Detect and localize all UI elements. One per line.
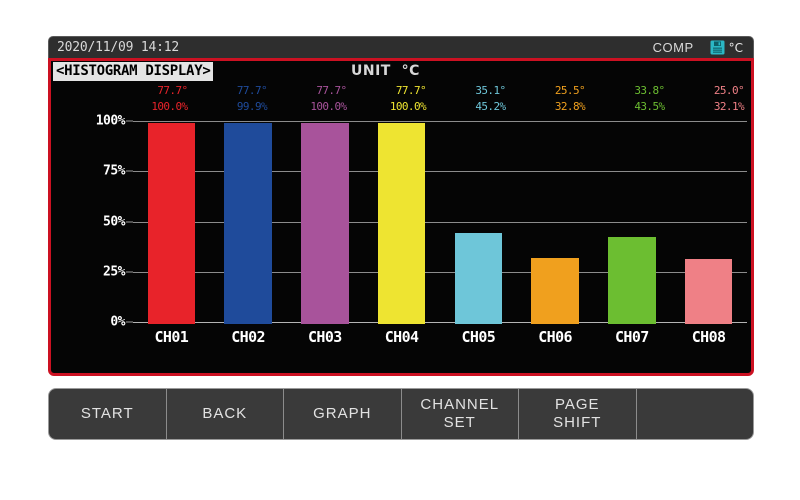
bar-ch07 bbox=[608, 236, 656, 324]
softkey-bar: START BACK GRAPH CHANNEL SET PAGE SHIFT bbox=[48, 388, 754, 440]
y-axis-tick-label: 0% bbox=[110, 314, 125, 330]
bar-ch01 bbox=[147, 123, 196, 324]
channel-readout-ch04: 77.7° 100.0% bbox=[354, 83, 434, 117]
channel-readout-ch01: 77.7° 100.0% bbox=[115, 83, 195, 117]
readout-temperature: 77.7° bbox=[316, 84, 347, 97]
readout-percent: 32.8% bbox=[554, 100, 586, 113]
readout-percent: 43.5% bbox=[634, 100, 665, 113]
softkey-graph[interactable]: GRAPH bbox=[284, 389, 402, 439]
y-axis-tick-mark bbox=[126, 170, 133, 172]
status-unit-group: °C bbox=[710, 40, 745, 55]
channel-label-ch01: CH01 bbox=[154, 328, 189, 346]
readout-temperature: 25.5° bbox=[554, 84, 586, 97]
save-icon bbox=[710, 40, 725, 55]
channel-label-ch04: CH04 bbox=[384, 328, 419, 346]
bar-ch02 bbox=[224, 123, 272, 324]
datalogger-screen: 2020/11/09 14:12 COMP °C <HISTOGRAM DISP… bbox=[48, 36, 754, 456]
readout-percent: 45.2% bbox=[475, 100, 506, 113]
page-title: <HISTOGRAM DISPLAY> bbox=[53, 62, 214, 81]
unit-label: UNIT °C bbox=[351, 63, 420, 79]
channel-readout-ch02: 77.7° 99.9% bbox=[195, 83, 275, 117]
readout-temperature: 77.7° bbox=[395, 84, 427, 97]
bar-ch05 bbox=[454, 233, 503, 324]
channel-readout-ch03: 77.7° 100.0% bbox=[274, 83, 354, 117]
histogram-screen: <HISTOGRAM DISPLAY> UNIT °C 77.7° 100.0% 7… bbox=[48, 58, 754, 376]
plot-grid bbox=[133, 119, 747, 324]
channel-readout-ch05: 35.1° 45.2% bbox=[433, 83, 513, 117]
readout-percent: 100.0% bbox=[151, 100, 188, 113]
histogram-plot: 100% 75% 50% 25% 0% CH01 CH02 CH03 CH04 CH05 CH06… bbox=[51, 114, 751, 373]
bar-ch06 bbox=[531, 258, 579, 324]
readout-temperature: 77.7° bbox=[157, 84, 188, 97]
channel-label-strip: CH01 CH02 CH03 CH04 CH05 CH06 CH07 CH08 bbox=[133, 325, 747, 351]
status-bar: 2020/11/09 14:12 COMP °C bbox=[48, 36, 754, 58]
channel-label-ch02: CH02 bbox=[231, 328, 265, 346]
status-datetime: 2020/11/09 14:12 bbox=[57, 40, 180, 55]
channel-label-ch03: CH03 bbox=[308, 328, 342, 346]
y-axis-tick-mark bbox=[126, 321, 133, 323]
y-axis-tick-mark bbox=[126, 120, 133, 122]
channel-readout-ch07: 33.8° 43.5% bbox=[592, 83, 672, 117]
channel-readouts: 77.7° 100.0% 77.7° 99.9% 77.7° 100.0% 77.7° 100… bbox=[115, 83, 751, 117]
readout-temperature: 35.1° bbox=[475, 84, 506, 97]
y-axis-tick-mark bbox=[126, 221, 133, 222]
channel-label-ch06: CH06 bbox=[538, 328, 572, 346]
channel-label-ch05: CH05 bbox=[461, 328, 496, 346]
softkey-empty bbox=[637, 389, 754, 439]
readout-percent: 32.1% bbox=[713, 100, 745, 113]
y-axis: 100% 75% 50% 25% 0% bbox=[51, 114, 133, 330]
channel-readout-ch06: 25.5° 32.8% bbox=[513, 83, 593, 117]
y-axis-tick-label: 50% bbox=[103, 214, 125, 229]
readout-temperature: 33.8° bbox=[634, 84, 665, 97]
screen-title-row: <HISTOGRAM DISPLAY> UNIT °C bbox=[51, 61, 751, 82]
readout-percent: 100.0% bbox=[310, 100, 347, 113]
softkey-back[interactable]: BACK bbox=[167, 389, 284, 439]
readout-temperature: 77.7° bbox=[236, 84, 268, 97]
bar-ch03 bbox=[301, 123, 349, 324]
y-axis-tick-label: 25% bbox=[103, 264, 125, 280]
channel-readout-ch08: 25.0° 32.1% bbox=[672, 83, 752, 117]
status-right-group: COMP °C bbox=[653, 40, 745, 55]
readout-percent: 100.0% bbox=[389, 100, 427, 113]
bar-ch04 bbox=[377, 123, 426, 324]
y-axis-tick-label: 75% bbox=[103, 163, 125, 179]
bar-ch08 bbox=[684, 259, 733, 324]
softkey-start[interactable]: START bbox=[49, 389, 167, 439]
softkey-channel-set[interactable]: CHANNEL SET bbox=[402, 389, 519, 439]
y-axis-tick-label: 100% bbox=[95, 113, 126, 129]
grid-line bbox=[133, 121, 747, 122]
readout-percent: 99.9% bbox=[236, 100, 268, 113]
channel-label-ch07: CH07 bbox=[615, 328, 649, 346]
readout-temperature: 25.0° bbox=[713, 84, 745, 97]
status-unit-label: °C bbox=[728, 40, 743, 55]
softkey-page-shift[interactable]: PAGE SHIFT bbox=[519, 389, 637, 439]
channel-label-ch08: CH08 bbox=[691, 328, 726, 346]
y-axis-tick-mark bbox=[126, 271, 133, 273]
status-mode-comp: COMP bbox=[652, 40, 694, 55]
